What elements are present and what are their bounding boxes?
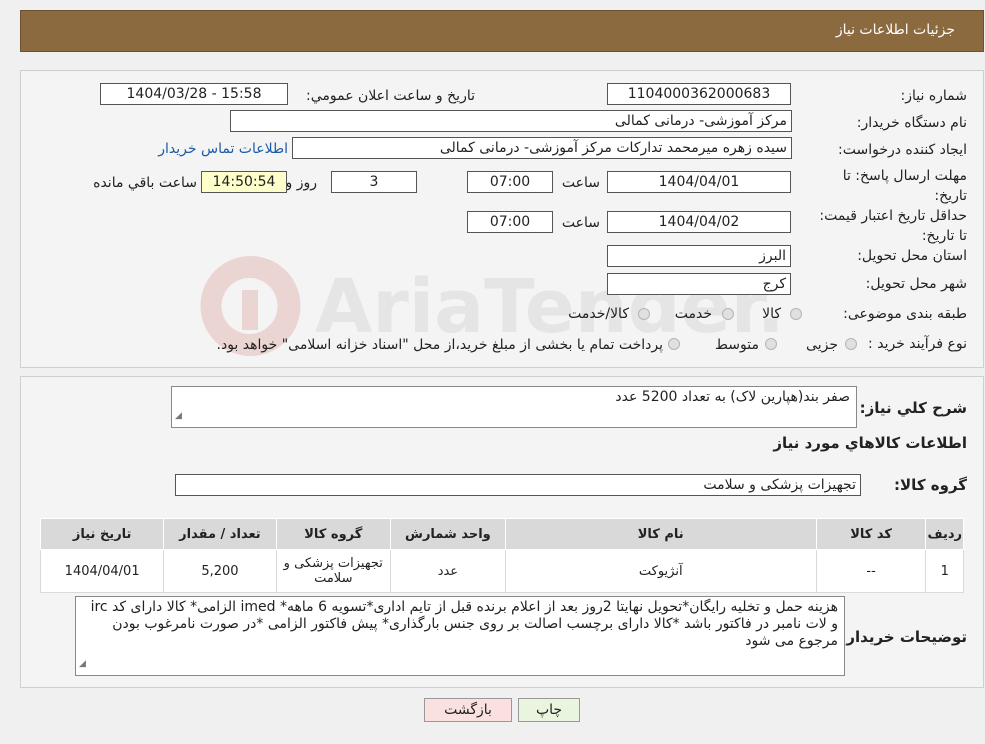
- cell-unit: عدد: [390, 549, 506, 593]
- city-field: کرج: [607, 273, 791, 295]
- creator-label: ایجاد کننده درخواست:: [838, 142, 967, 158]
- col-header-date: تاریخ نیاز: [39, 518, 165, 550]
- col-header-unit: واحد شمارش: [390, 518, 506, 550]
- goods-group-label: گروه کالا:: [894, 476, 967, 494]
- resize-grip-icon[interactable]: ◢: [175, 408, 182, 425]
- buyer-org-field: مرکز آموزشی- درمانی کمالی: [230, 110, 792, 132]
- category-option-service: خدمت: [674, 306, 712, 322]
- category-radio-goods-service[interactable]: [638, 308, 650, 320]
- category-option-goods-service: کالا/خدمت: [568, 306, 629, 322]
- validity-time-field: 07:00: [467, 211, 553, 233]
- city-label: شهر محل تحویل:: [865, 276, 967, 292]
- col-header-row: ردیف: [925, 518, 964, 550]
- cell-need-date: 1404/04/01: [39, 549, 165, 593]
- cell-row-number: 1: [925, 549, 964, 593]
- col-header-code: کد کالا: [815, 518, 927, 550]
- process-radio-medium[interactable]: [765, 338, 777, 350]
- cell-name: آنژیوکت: [504, 549, 817, 593]
- buyer-contact-link[interactable]: اطلاعات تماس خریدار: [158, 141, 288, 157]
- process-radio-minor[interactable]: [845, 338, 857, 350]
- print-button[interactable]: چاپ: [518, 698, 580, 722]
- validity-time-label: ساعت: [561, 215, 600, 231]
- process-radio-treasury[interactable]: [668, 338, 680, 350]
- announce-label: تاریخ و ساعت اعلان عمومي:: [306, 88, 475, 104]
- category-radio-goods[interactable]: [790, 308, 802, 320]
- description-text: صفر بند(هپارین لاک) به تعداد 5200 عدد: [615, 389, 850, 405]
- description-textarea[interactable]: صفر بند(هپارین لاک) به تعداد 5200 عدد ◢: [171, 386, 857, 428]
- cell-group: تجهیزات پزشکی و سلامت: [275, 549, 392, 593]
- col-header-qty: تعداد / مقدار: [163, 518, 277, 550]
- items-info-title: اطلاعات کالاهاي مورد نیاز: [773, 434, 967, 452]
- buyer-notes-label: توضیحات خریدار:: [840, 628, 967, 646]
- buyer-org-label: نام دستگاه خریدار:: [856, 115, 967, 131]
- days-field: 3: [331, 171, 417, 193]
- cell-code: --: [815, 549, 927, 593]
- table-header-row: ردیف کد کالا نام کالا واحد شمارش گروه کا…: [39, 518, 964, 550]
- days-label: روز و: [285, 175, 318, 191]
- province-field: البرز: [607, 245, 791, 267]
- col-header-group: گروه کالا: [275, 518, 392, 550]
- items-table: ردیف کد کالا نام کالا واحد شمارش گروه کا…: [39, 518, 964, 593]
- deadline-label: مهلت ارسال پاسخ: تا تاریخ:: [842, 168, 967, 204]
- announce-datetime-field: 1404/03/28 - 15:58: [100, 83, 288, 105]
- back-button[interactable]: بازگشت: [424, 698, 512, 722]
- deadline-time-label: ساعت: [561, 175, 600, 191]
- page-header: جزئیات اطلاعات نیاز: [20, 10, 984, 52]
- need-number-field: 1104000362000683: [607, 83, 791, 105]
- table-row: 1 -- آنژیوکت عدد تجهیزات پزشکی و سلامت 5…: [39, 549, 964, 593]
- remaining-time-field: 14:50:54: [201, 171, 287, 193]
- creator-field: سیده زهره میرمحمد تدارکات مرکز آموزشی- د…: [292, 137, 792, 159]
- validity-label: حداقل تاریخ اعتبار قیمت: تا تاریخ:: [819, 208, 967, 244]
- col-header-name: نام کالا: [504, 518, 817, 550]
- category-label: طبقه بندی موضوعی:: [843, 306, 967, 322]
- validity-date-field: 1404/04/02: [607, 211, 791, 233]
- deadline-date-field: 1404/04/01: [607, 171, 791, 193]
- category-radio-service[interactable]: [722, 308, 734, 320]
- need-number-label: شماره نیاز:: [900, 88, 968, 104]
- buyer-notes-text: هزینه حمل و تخلیه رایگان*تحویل نهایتا 2ر…: [90, 599, 838, 649]
- province-label: استان محل تحویل:: [857, 248, 967, 264]
- description-label: شرح کلي نیاز:: [859, 399, 967, 417]
- process-label: نوع فرآیند خرید :: [868, 336, 967, 352]
- process-option-medium: متوسط: [715, 337, 759, 353]
- page-title: جزئیات اطلاعات نیاز: [835, 22, 955, 38]
- remaining-label: ساعت باقي مانده: [93, 175, 197, 191]
- deadline-time-field: 07:00: [467, 171, 553, 193]
- cell-quantity: 5,200: [163, 549, 277, 593]
- buyer-notes-textarea[interactable]: هزینه حمل و تخلیه رایگان*تحویل نهایتا 2ر…: [75, 596, 845, 676]
- process-note: پرداخت تمام یا بخشی از مبلغ خرید،از محل …: [216, 337, 663, 353]
- category-option-goods: کالا: [762, 306, 781, 322]
- resize-grip-icon[interactable]: ◢: [79, 656, 86, 673]
- process-option-minor: جزیی: [806, 337, 838, 353]
- goods-group-field: تجهیزات پزشکی و سلامت: [175, 474, 861, 496]
